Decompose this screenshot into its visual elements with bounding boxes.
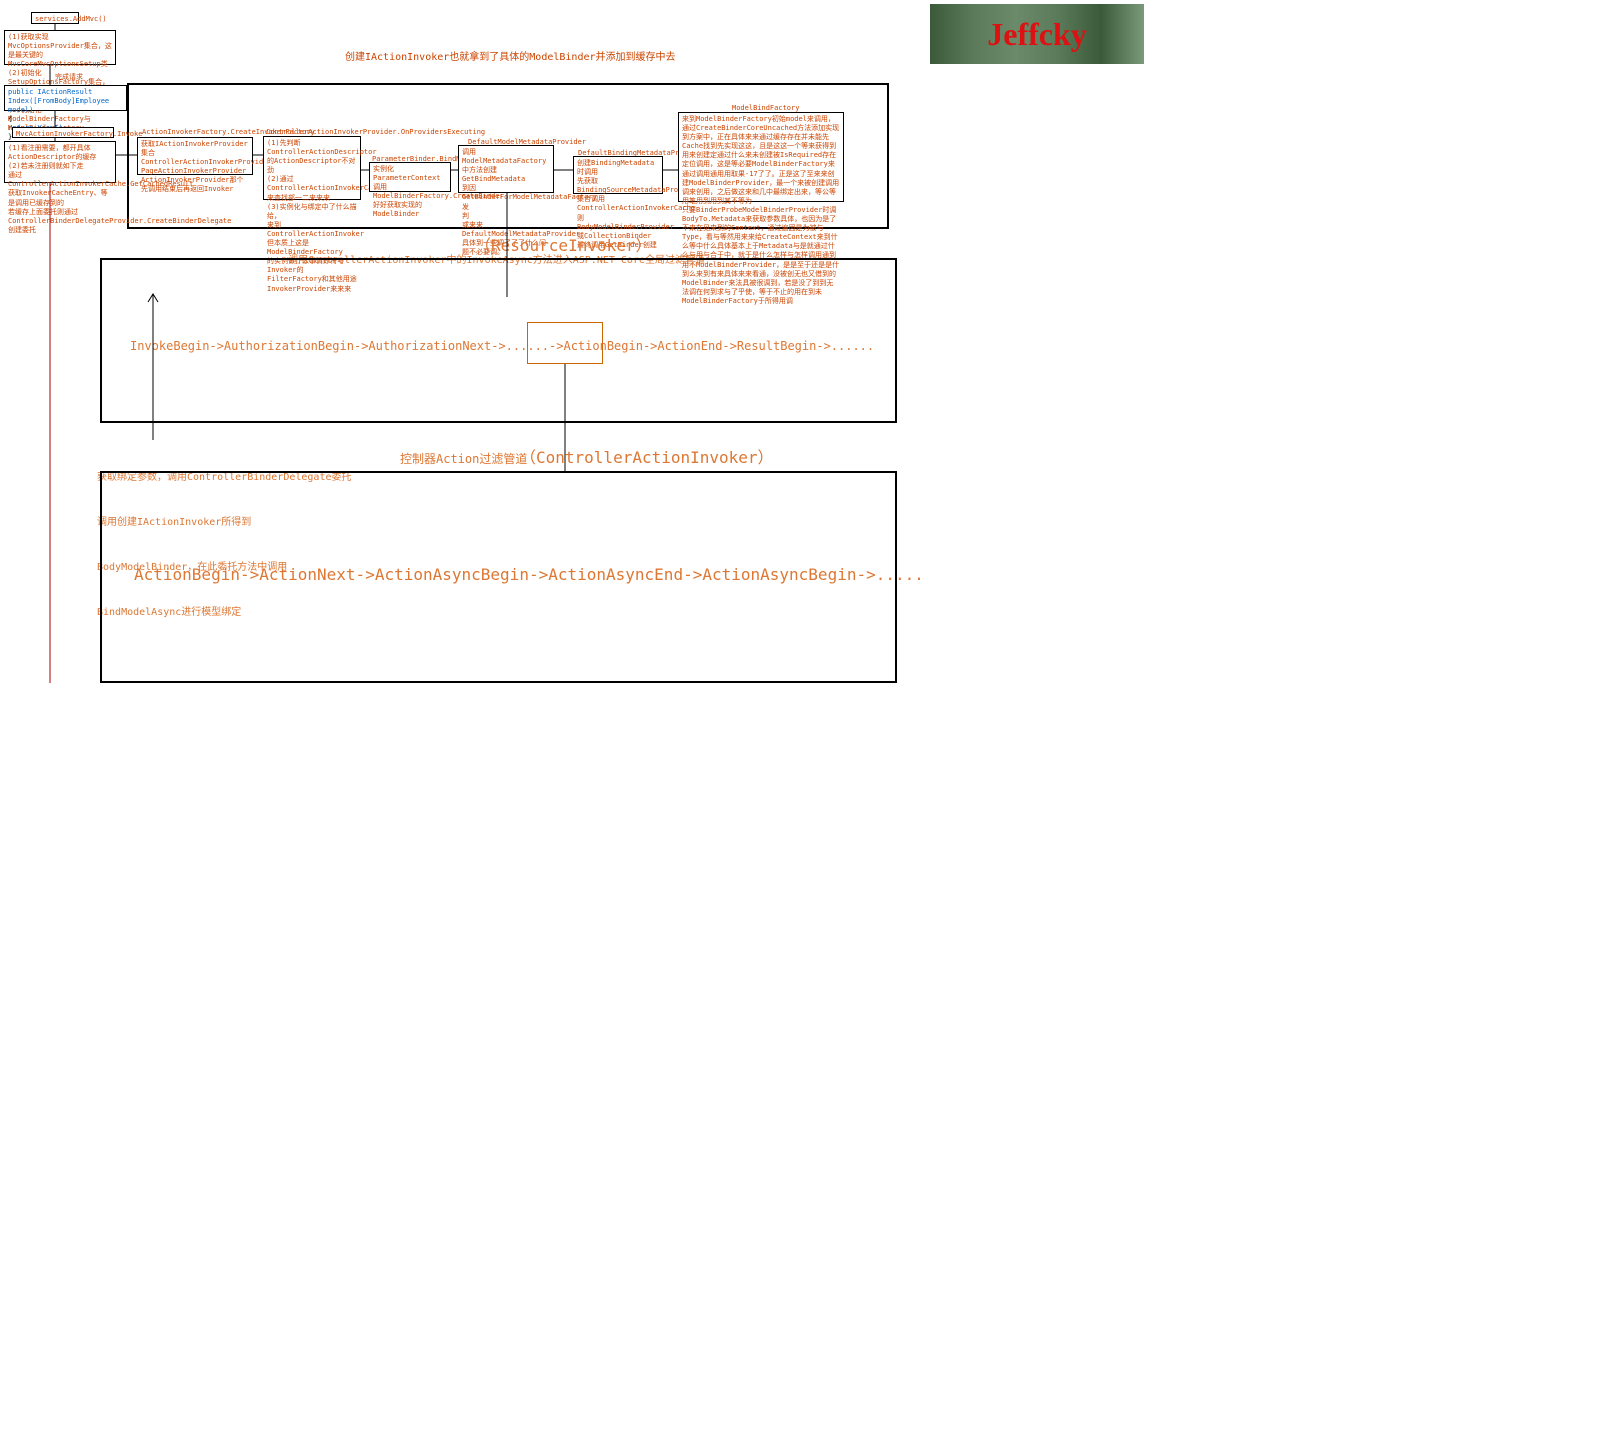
l4: (3)实例化与绑定中了什么描给， — [267, 203, 357, 221]
code-l2: { — [8, 115, 123, 124]
title: services.AddMvc() — [35, 15, 107, 23]
l1: 调用ModelMetadataFactory中方法创建 — [462, 148, 550, 175]
line1: (1)获取实现MvcOptionsProvider集合，这是最关键的MvcCor… — [8, 33, 112, 69]
box-action-invoker-factory: 获取IActionInvokerProvider集合 ControllerAct… — [137, 137, 253, 175]
box-controller-invoker-provider: (1)先判断ControllerActionDescriptor 的Action… — [263, 136, 361, 200]
box-code: public IActionResult Index([FromBody]Emp… — [4, 85, 127, 111]
l2: 调用 — [373, 183, 447, 192]
l3: (2)通过ControllerActionInvokerCache来查找部一二来… — [267, 175, 357, 202]
watermark-image: Jeffcky — [930, 4, 1144, 64]
l2: 先获取BindingSourceMetadataProvider集合调用Cont… — [577, 177, 659, 232]
l2: 通过CreateBinderCoreUncached方法添加实现到方案中，正在具… — [682, 124, 840, 206]
box-services-addmvc: services.AddMvc() — [31, 12, 79, 24]
code-l1: public IActionResult Index([FromBody]Emp… — [8, 88, 109, 114]
box-metadata-provider: 调用ModelMetadataFactory中方法创建 GetBindMetad… — [458, 145, 554, 193]
l4: ActionInvokerProvider那个先调用结束后再返回Invoker — [141, 176, 249, 194]
l2: 的ActionDescriptor不对劲 — [267, 157, 357, 175]
pipeline2: ActionBegin->ActionNext->ActionAsyncBegi… — [134, 565, 924, 586]
box-parameter-binder: 实例化ParameterContext 调用 ModelBinderFactor… — [369, 162, 451, 192]
box-invoker-factory-invoke: MvcActionInvokerFactory.Invoke — [12, 127, 114, 138]
l4: 若缓存上面委托则通过 — [8, 208, 112, 217]
resource-title2: （ResourceInvoker） — [475, 236, 652, 257]
l3: PageActionInvokerProvider — [141, 167, 249, 176]
l1: 来到ModelBinderFactory初始model来调用， — [682, 115, 840, 124]
l3: ModelBinderFactory.CreateBinder — [373, 192, 447, 201]
l1: 获取IActionInvokerProvider集合 — [141, 140, 249, 158]
l1: 创建BindingMetadata时调用 — [577, 159, 659, 177]
l1: (1)先判断ControllerActionDescriptor — [267, 139, 357, 157]
pipeline1: InvokeBegin->AuthorizationBegin->Authori… — [130, 339, 874, 355]
box-cache-result: (1)看注册需要，都开具体ActionDescriptor的缓存 (2)若未注册… — [4, 141, 116, 183]
controller-title1: 控制器Action过滤管道 — [400, 452, 527, 468]
box-binding-metadata: 创建BindingMetadata时调用 先获取BindingSourceMet… — [573, 156, 663, 194]
note-out: 完成请求 — [55, 73, 83, 82]
box-modelbind-factory: 来到ModelBinderFactory初始model来调用， 通过Create… — [678, 112, 844, 202]
l2: (2)若未注册则就如下走 — [8, 162, 112, 171]
controller-title2: （ControllerActionInvoker） — [520, 448, 774, 469]
l4: 判 — [462, 212, 550, 221]
l1: 实例化ParameterContext — [373, 165, 447, 183]
l3: 通过ControllerActionInvokerCache.GetCached… — [8, 171, 112, 207]
big-title: 创建IActionInvoker也就拿到了具体的ModelBinder并添加到缓… — [345, 51, 676, 64]
box-mvc-options: (1)获取实现MvcOptionsProvider集合，这是最关键的MvcCor… — [4, 30, 116, 65]
l2: ControllerActionInvokerProviderProvider — [141, 158, 249, 167]
l4: 好好获取实现的ModelBinder — [373, 201, 447, 219]
l1: (1)看注册需要，都开具体ActionDescriptor的缓存 — [8, 144, 112, 162]
l3: 到因GetBinderForModelMetadataFactory发 — [462, 184, 550, 211]
l5: 来到ControllerActionInvoker — [267, 221, 357, 239]
l5: ControllerBinderDelegateProvider.CreateB… — [8, 217, 112, 235]
title: MvcActionInvokerFactory.Invoke — [16, 130, 142, 138]
l2: GetBindMetadata — [462, 175, 550, 184]
